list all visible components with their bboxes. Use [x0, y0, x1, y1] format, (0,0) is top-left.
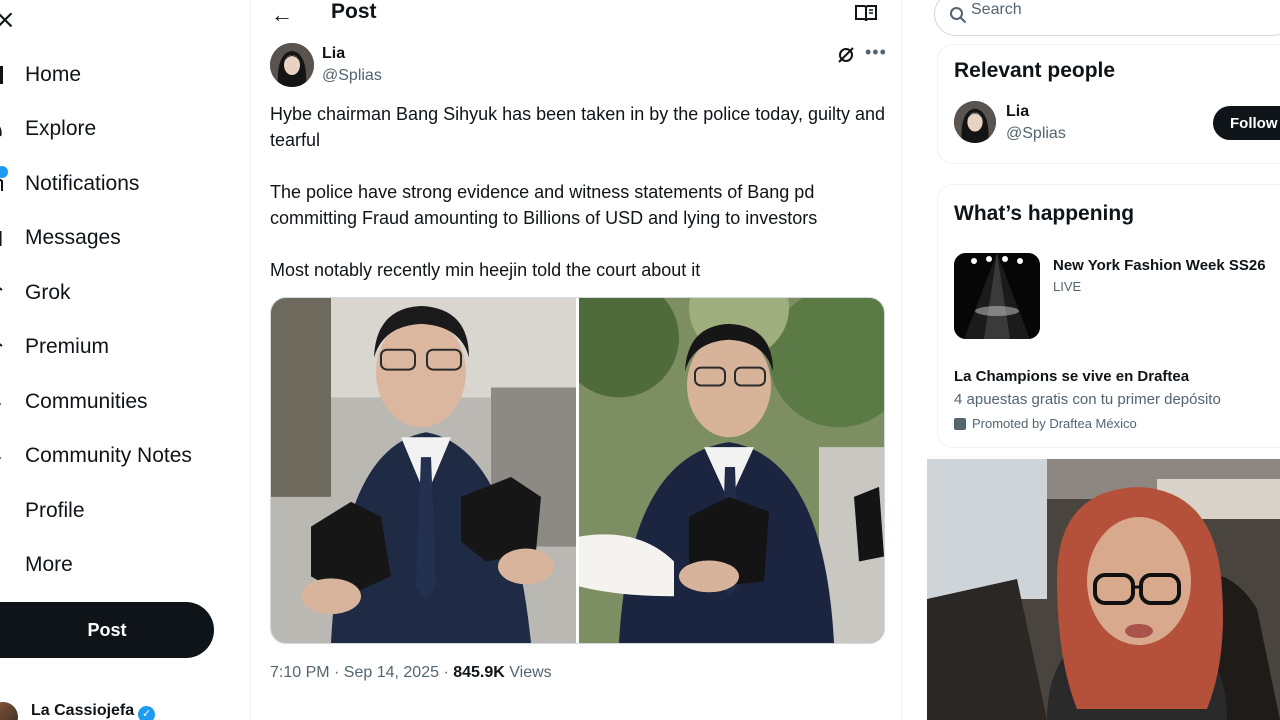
- promoted-icon: [954, 417, 966, 430]
- post-paragraph: The police have strong evidence and witn…: [270, 182, 818, 228]
- post-paragraph: Most notably recently min heejin told th…: [270, 260, 701, 280]
- arrow-left-icon[interactable]: ←: [271, 2, 293, 28]
- nav-label-home: Home: [25, 63, 82, 86]
- nav-label-more: More: [25, 553, 73, 576]
- relevant-person-name[interactable]: Lia: [1006, 103, 1029, 121]
- nav-label-notifications: Notifications: [25, 172, 140, 195]
- post-button[interactable]: Post: [0, 602, 214, 658]
- ad-promoted-label: Promoted by Draftea México: [954, 416, 1137, 431]
- x-logo-icon: [0, 343, 3, 347]
- account-name: La Cassiojefa ✓: [31, 702, 156, 720]
- trend-live-status: LIVE: [1053, 279, 1082, 294]
- account-avatar: [0, 702, 18, 720]
- views-label: Views: [504, 664, 552, 681]
- author-name[interactable]: Lia: [322, 45, 345, 63]
- nav-label-communities: Communities: [25, 390, 148, 413]
- nav-label-messages: Messages: [25, 226, 121, 249]
- post-photo[interactable]: [271, 298, 576, 643]
- nav-label-premium: Premium: [25, 335, 110, 358]
- nav-label-community-notes: Community Notes: [25, 444, 192, 467]
- account-name-text: La Cassiojefa: [31, 702, 135, 719]
- ad-promoted-text: Promoted by Draftea México: [972, 416, 1137, 431]
- post-paragraph: Hybe chairman Bang Sihyuk has been taken…: [270, 104, 886, 150]
- nav-label-grok: Grok: [25, 281, 71, 304]
- whats-happening-panel: What’s happening New York Fashion Week S…: [937, 184, 1280, 448]
- more-horizontal-icon[interactable]: •••: [865, 42, 887, 63]
- verified-badge-icon: ✓: [138, 706, 156, 720]
- follow-button[interactable]: Follow: [1213, 106, 1280, 140]
- ad-title[interactable]: La Champions se vive en Draftea: [954, 368, 1189, 385]
- grok-icon: [0, 287, 3, 291]
- webcam-overlay: [927, 459, 1280, 720]
- author-handle[interactable]: @Splias: [322, 67, 382, 85]
- search-input[interactable]: [971, 1, 1271, 19]
- trend-thumbnail[interactable]: [954, 253, 1040, 339]
- more-circle-icon: [0, 554, 6, 576]
- search-box[interactable]: [934, 0, 1280, 36]
- book-open-icon[interactable]: [855, 4, 877, 22]
- people-icon: [0, 403, 2, 406]
- whats-happening-title: What’s happening: [954, 202, 1135, 225]
- nav-label-profile: Profile: [25, 499, 85, 522]
- notes-icon: [0, 457, 2, 460]
- relevant-person-handle[interactable]: @Splias: [1006, 125, 1066, 143]
- author-avatar[interactable]: [270, 43, 314, 87]
- post-header: ← Post: [251, 0, 903, 30]
- views-count: 845.9K: [453, 664, 505, 681]
- relevant-people-title: Relevant people: [954, 59, 1116, 82]
- ad-description: 4 apuestas gratis con tu primer depósito: [954, 391, 1221, 408]
- post-meta: 7:10 PM · Sep 14, 2025 · 845.9K Views: [270, 664, 552, 682]
- search-icon: [950, 7, 967, 24]
- post-media: [270, 297, 885, 644]
- trend-title[interactable]: New York Fashion Week SS26: [1053, 257, 1266, 274]
- x-logo-icon[interactable]: ⨯: [0, 4, 16, 35]
- main-column: ← Post Lia @Splias ••• Hybe chairman Ban…: [250, 0, 902, 720]
- nav-label-explore: Explore: [25, 117, 97, 140]
- home-icon: [0, 66, 3, 84]
- left-sidebar: ⨯ Home Explore Notifications Messages Gr…: [0, 0, 250, 720]
- envelope-icon: [0, 231, 2, 246]
- search-icon: [0, 126, 2, 137]
- notification-badge: [0, 166, 8, 178]
- grok-icon[interactable]: [836, 45, 856, 65]
- post-timestamp[interactable]: 7:10 PM · Sep 14, 2025 ·: [270, 664, 453, 681]
- relevant-person-avatar[interactable]: [954, 101, 996, 143]
- page-title: Post: [331, 0, 377, 23]
- relevant-people-panel: Relevant people Lia @Splias Follow: [937, 44, 1280, 164]
- post-photo[interactable]: [579, 298, 884, 643]
